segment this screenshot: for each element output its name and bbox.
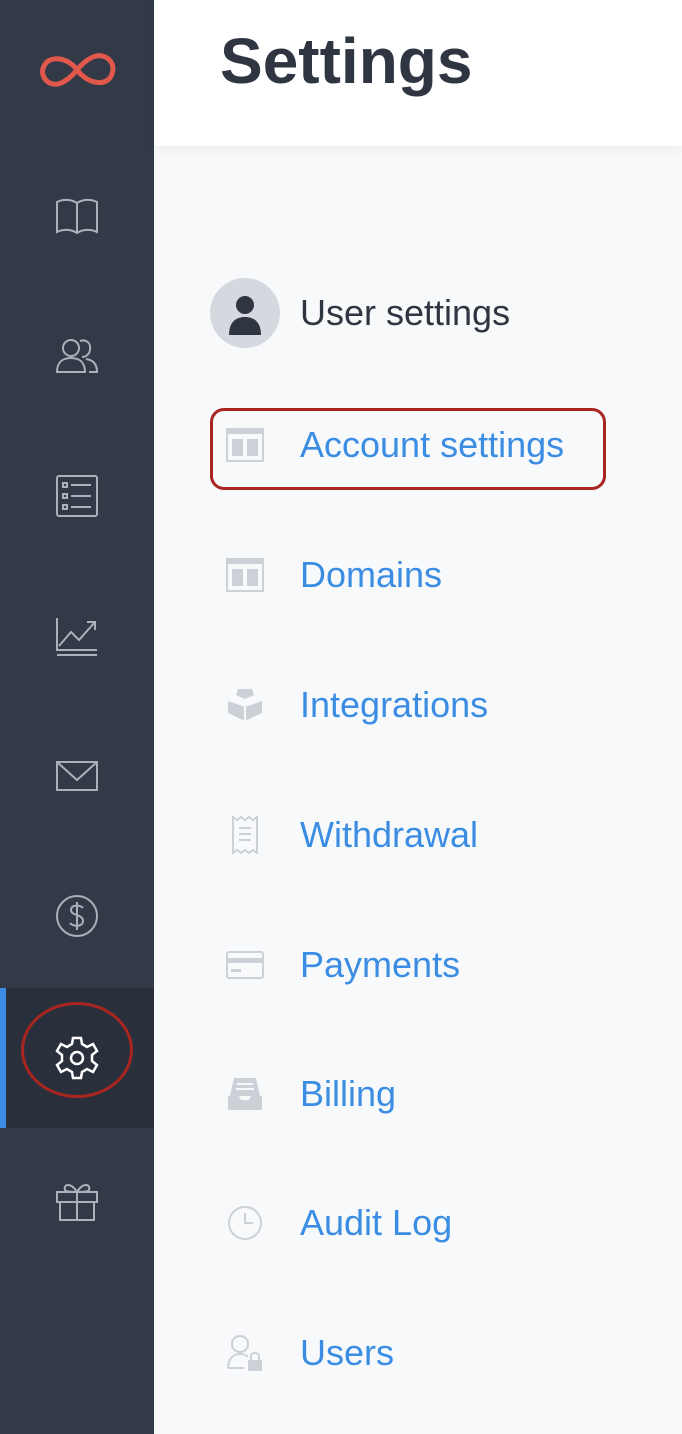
menu-item-label: Integrations — [300, 684, 489, 725]
menu-item-label: User settings — [300, 292, 511, 333]
menu-item-label: Payments — [300, 944, 461, 985]
user-avatar-icon — [210, 278, 280, 348]
nav-revenue[interactable] — [0, 846, 154, 986]
user-lock-icon — [227, 1335, 262, 1371]
menu-item-label: Domains — [300, 554, 443, 595]
chart-icon — [56, 618, 97, 656]
menu-item-billing[interactable]: Billing — [210, 1049, 650, 1139]
menu-item-payments[interactable]: Payments — [210, 920, 650, 1010]
mail-icon — [56, 761, 98, 791]
menu-item-label: Users — [300, 1332, 395, 1373]
book-icon — [56, 198, 98, 235]
menu-item-withdrawal[interactable]: Withdrawal — [210, 790, 650, 880]
menu-item-label: Withdrawal — [300, 814, 479, 855]
menu-item-user-settings[interactable]: User settings — [210, 268, 650, 358]
layout-icon — [226, 558, 264, 592]
menu-item-label: Audit Log — [300, 1202, 453, 1243]
receipt-icon — [232, 816, 258, 854]
dollar-icon — [56, 895, 98, 937]
page-header: Settings — [154, 0, 682, 146]
users-icon — [55, 339, 99, 373]
menu-item-integrations[interactable]: Integrations — [210, 660, 650, 750]
logo-icon[interactable] — [36, 48, 118, 92]
layout-icon — [226, 428, 264, 462]
menu-item-users[interactable]: Users — [210, 1308, 650, 1398]
menu-item-label: Account settings — [300, 424, 565, 465]
clock-icon — [228, 1206, 262, 1240]
gift-icon — [56, 1184, 98, 1221]
page-title: Settings — [220, 25, 473, 97]
cubes-icon — [228, 689, 262, 721]
inbox-tray-icon — [228, 1078, 262, 1110]
menu-item-audit-log[interactable]: Audit Log — [210, 1178, 650, 1268]
menu-item-label: Billing — [300, 1073, 397, 1114]
nav-mail[interactable] — [0, 706, 154, 846]
nav-contacts[interactable] — [0, 286, 154, 426]
list-icon — [56, 475, 98, 517]
nav-lists[interactable] — [0, 426, 154, 566]
nav-analytics[interactable] — [0, 566, 154, 706]
menu-item-account-settings[interactable]: Account settings — [210, 400, 650, 490]
nav-settings[interactable] — [0, 988, 154, 1128]
sidebar — [0, 0, 154, 1434]
annotation-circle — [21, 1002, 133, 1098]
credit-card-icon — [226, 951, 264, 979]
menu-item-domains[interactable]: Domains — [210, 530, 650, 620]
nav-library[interactable] — [0, 146, 154, 286]
nav-rewards[interactable] — [0, 1130, 154, 1270]
